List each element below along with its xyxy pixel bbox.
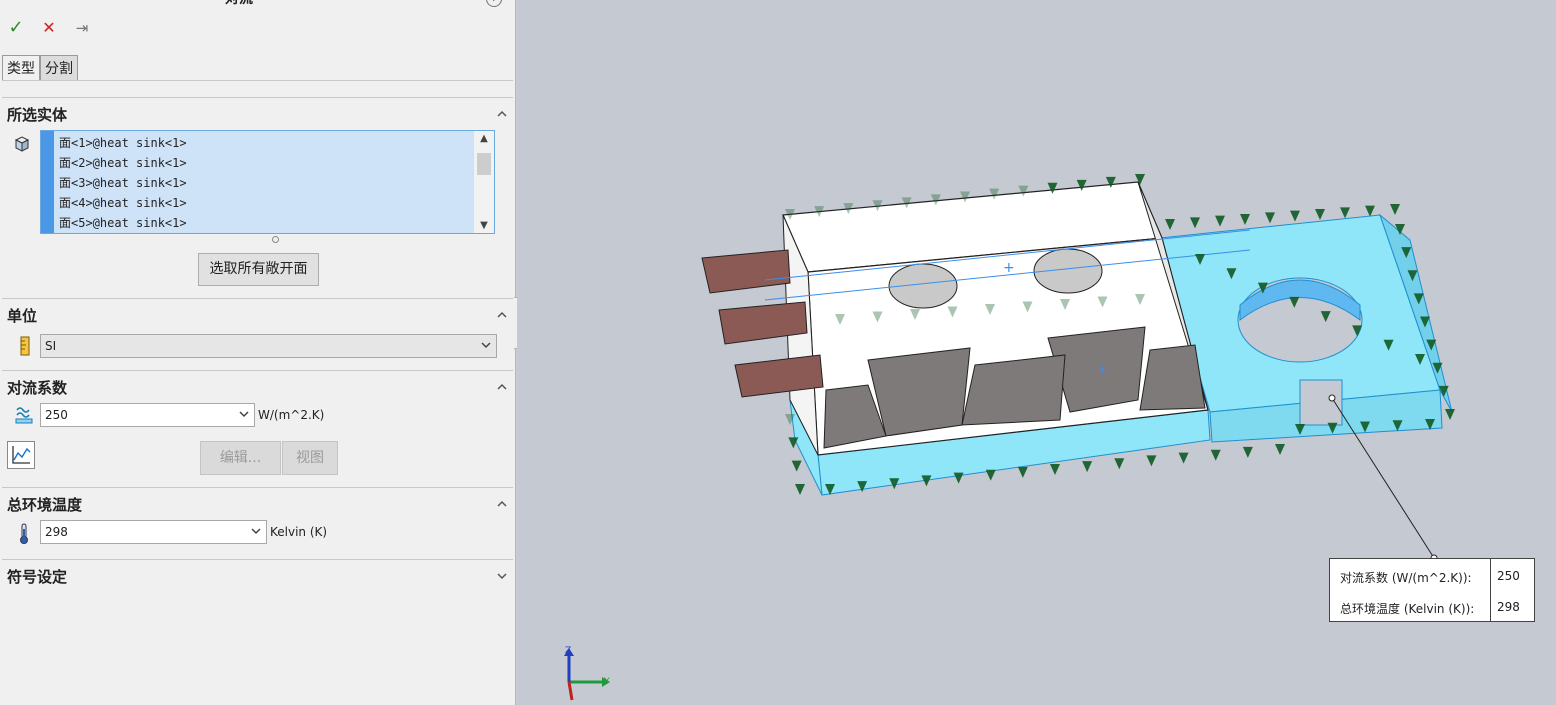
property-manager-panel: 对流 ? ✓ ✕ ⇥ 类型 分割 所选实体 面<1>@heat sink<1> …: [0, 0, 516, 705]
origin-marker: +: [1097, 362, 1109, 378]
ambient-unit: Kelvin (K): [270, 525, 328, 539]
selected-entities-list[interactable]: 面<1>@heat sink<1> 面<2>@heat sink<1> 面<3>…: [40, 130, 495, 234]
cancel-button[interactable]: ✕: [39, 18, 59, 38]
tab-split[interactable]: 分割: [40, 55, 78, 81]
section-title-symbol-settings: 符号设定: [7, 568, 68, 586]
convection-coefficient-input[interactable]: 250: [40, 403, 255, 427]
convection-arrow-icon: [1315, 209, 1325, 220]
chevron-up-icon[interactable]: [496, 381, 508, 393]
origin-marker: +: [1003, 260, 1015, 276]
resize-handle[interactable]: [272, 236, 279, 243]
convection-arrow-icon: [1146, 455, 1157, 467]
units-value: SI: [45, 339, 57, 353]
callout-convection-value: 250: [1497, 569, 1520, 583]
convection-value: 250: [45, 408, 68, 422]
convection-icon: [15, 407, 33, 424]
section-title-selected-entities: 所选实体: [7, 106, 68, 124]
selection-focus-stripe: [41, 131, 54, 233]
ruler-icon: [20, 336, 30, 356]
callout-ambient-label: 总环境温度 (Kelvin (K)):: [1340, 602, 1475, 616]
convection-arrow-icon: [1210, 449, 1221, 461]
divider: [2, 487, 513, 488]
callout-convection-label: 对流系数 (W/(m^2.K)):: [1340, 571, 1472, 585]
thermometer-icon: [20, 523, 28, 544]
section-title-units: 单位: [7, 307, 38, 325]
convection-arrow-icon: [795, 484, 805, 495]
clamp-notch: [1299, 379, 1343, 426]
convection-arrow-icon: [1265, 212, 1275, 224]
convection-arrow-icon: [1390, 204, 1400, 215]
list-item[interactable]: 面<4>@heat sink<1>: [59, 193, 187, 213]
triad-z-label: Z: [565, 646, 571, 656]
scroll-thumb[interactable]: [477, 153, 491, 175]
list-item[interactable]: 面<3>@heat sink<1>: [59, 173, 187, 193]
convection-arrow-icon: [1165, 219, 1175, 230]
triad-x-axis: [567, 681, 574, 701]
chevron-up-icon[interactable]: [496, 309, 508, 321]
connector-pad[interactable]: [701, 249, 791, 294]
convection-arrow-icon: [1240, 214, 1250, 225]
curve-button[interactable]: [7, 441, 35, 469]
section-title-ambient-temperature: 总环境温度: [7, 496, 83, 514]
ambient-value: 298: [45, 525, 68, 539]
chevron-down-icon[interactable]: [250, 524, 262, 538]
entity-items: 面<1>@heat sink<1> 面<2>@heat sink<1> 面<3>…: [59, 133, 187, 233]
convection-arrow-icon: [1017, 466, 1028, 478]
pin-button[interactable]: ⇥: [72, 18, 92, 38]
convection-arrow-icon: [1082, 461, 1093, 473]
edit-button[interactable]: 编辑...: [200, 441, 281, 475]
boundary-condition-callout[interactable]: 对流系数 (W/(m^2.K)): 250 总环境温度 (Kelvin (K))…: [1329, 558, 1535, 622]
convection-arrow-icon: [1275, 444, 1285, 455]
convection-arrow-icon: [1340, 207, 1350, 219]
convection-arrow-icon: [985, 469, 996, 481]
convection-arrow-icon: [1114, 458, 1125, 470]
view-button[interactable]: 视图: [282, 441, 338, 475]
convection-arrow-icon: [1445, 409, 1455, 420]
convection-arrow-icon: [1215, 215, 1225, 227]
convection-arrow-icon: [1290, 210, 1300, 222]
ok-button[interactable]: ✓: [6, 18, 26, 38]
divider: [2, 559, 513, 560]
section-title-convection: 对流系数: [7, 379, 68, 397]
callout-anchor: [1328, 394, 1336, 402]
select-all-open-faces-button[interactable]: 选取所有敞开面: [198, 253, 319, 286]
divider: [2, 80, 513, 81]
convection-unit: W/(m^2.K): [258, 408, 325, 422]
list-item[interactable]: 面<2>@heat sink<1>: [59, 153, 187, 173]
tab-bar: 类型 分割: [2, 55, 78, 81]
tab-type[interactable]: 类型: [2, 55, 40, 81]
slot: [961, 354, 1066, 426]
convection-arrow-icon: [1242, 446, 1253, 458]
convection-arrow-icon: [1365, 205, 1375, 217]
convection-arrow-icon: [791, 460, 802, 472]
face-selection-icon: [14, 136, 30, 152]
callout-ambient-value: 298: [1497, 600, 1520, 614]
callout-separator: [1490, 559, 1491, 621]
chevron-up-icon[interactable]: [496, 108, 508, 120]
triad-y-label: Y: [603, 677, 610, 687]
chevron-down-icon[interactable]: [496, 570, 508, 582]
chevron-down-icon[interactable]: [238, 407, 250, 421]
list-item[interactable]: 面<1>@heat sink<1>: [59, 133, 187, 153]
convection-arrow-icon: [1050, 464, 1060, 475]
divider: [2, 298, 513, 299]
scroll-up-icon[interactable]: ▲: [474, 133, 494, 144]
divider: [2, 97, 513, 98]
chevron-up-icon[interactable]: [496, 498, 508, 510]
units-select[interactable]: SI: [40, 334, 497, 358]
list-scrollbar[interactable]: ▲ ▼: [473, 131, 494, 233]
help-icon[interactable]: ?: [486, 0, 502, 7]
list-item[interactable]: 面<5>@heat sink<1>: [59, 213, 187, 233]
chevron-down-icon: [481, 342, 491, 349]
panel-title: 对流: [225, 0, 253, 8]
convection-arrow-icon: [953, 472, 964, 484]
convection-arrow-icon: [1178, 452, 1189, 464]
convection-arrow-icon: [1190, 217, 1200, 229]
graph-icon: [12, 446, 31, 464]
scroll-down-icon[interactable]: ▼: [474, 220, 494, 231]
divider: [2, 370, 513, 371]
slot: [1139, 344, 1206, 411]
slot: [867, 347, 971, 437]
ambient-temperature-input[interactable]: 298: [40, 520, 267, 544]
